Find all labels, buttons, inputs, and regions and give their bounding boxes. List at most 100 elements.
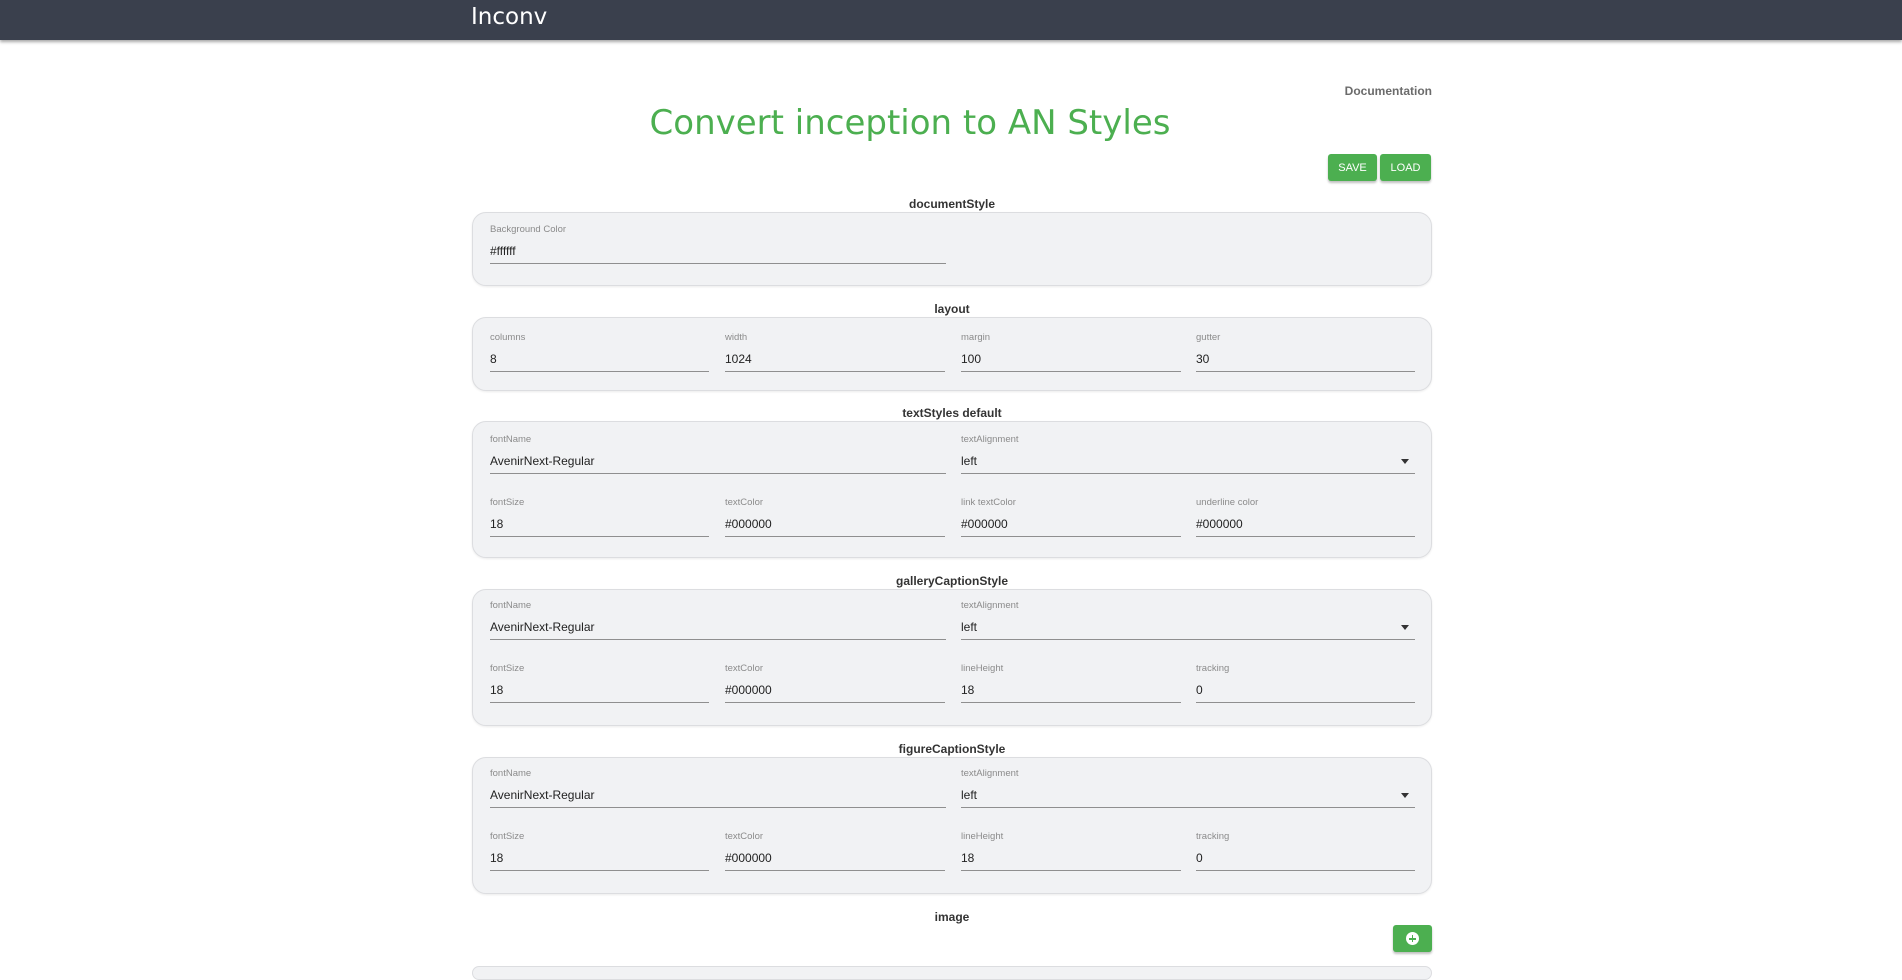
caret-down-icon[interactable]: [1401, 459, 1409, 464]
section-label-textstyles: textStyles default: [902, 406, 1002, 420]
textstyles-underline-color-field[interactable]: underline color #000000: [1196, 497, 1415, 539]
gallerycaptionstyle-card: fontName AvenirNext-Regular textAlignmen…: [472, 589, 1432, 726]
field-underline: [961, 870, 1181, 871]
textstyles-link-textcolor-field[interactable]: link textColor #000000: [961, 497, 1181, 539]
gallery-tracking-field[interactable]: tracking 0: [1196, 663, 1415, 705]
textcolor-value: #000000: [725, 517, 772, 531]
field-underline: [961, 702, 1181, 703]
fontsize-label: fontSize: [490, 831, 525, 842]
field-underline: [961, 371, 1181, 372]
fontname-value: AvenirNext-Regular: [490, 620, 595, 634]
field-underline: [1196, 702, 1415, 703]
width-field[interactable]: width 1024: [725, 332, 945, 374]
field-underline: [961, 639, 1415, 640]
field-underline: [725, 870, 945, 871]
add-image-button[interactable]: [1393, 925, 1432, 952]
fontname-value: AvenirNext-Regular: [490, 454, 595, 468]
columns-field[interactable]: columns 8: [490, 332, 709, 374]
figure-lineheight-field[interactable]: lineHeight 18: [961, 831, 1181, 873]
textcolor-label: textColor: [725, 663, 764, 674]
figure-fontname-field[interactable]: fontName AvenirNext-Regular: [490, 768, 946, 810]
field-underline: [1196, 870, 1415, 871]
field-underline: [961, 807, 1415, 808]
field-underline: [961, 473, 1415, 474]
tracking-value: 0: [1196, 683, 1203, 697]
textalignment-value: left: [961, 620, 978, 634]
width-label: width: [725, 332, 748, 343]
figure-fontsize-field[interactable]: fontSize 18: [490, 831, 709, 873]
gallery-fontsize-field[interactable]: fontSize 18: [490, 663, 709, 705]
documentation-link[interactable]: Documentation: [1345, 84, 1432, 98]
section-label-gallerycaptionstyle: galleryCaptionStyle: [895, 574, 1009, 588]
field-underline: [490, 473, 946, 474]
textalignment-value: left: [961, 788, 978, 802]
section-label-layout: layout: [934, 302, 970, 316]
margin-value: 100: [961, 352, 982, 366]
gallery-textalignment-select[interactable]: textAlignment left: [961, 600, 1415, 642]
columns-value: 8: [490, 352, 497, 366]
gallery-fontname-field[interactable]: fontName AvenirNext-Regular: [490, 600, 946, 642]
textstyles-fontname-field[interactable]: fontName AvenirNext-Regular: [490, 434, 946, 476]
fontname-label: fontName: [490, 768, 532, 779]
fontname-value: AvenirNext-Regular: [490, 788, 595, 802]
textstyles-textalignment-select[interactable]: textAlignment left: [961, 434, 1415, 476]
underline-color-value: #000000: [1196, 517, 1243, 531]
textcolor-label: textColor: [725, 831, 764, 842]
field-underline: [1196, 536, 1415, 537]
section-label-documentstyle: documentStyle: [908, 197, 995, 211]
textalignment-value: left: [961, 454, 978, 468]
textalignment-label: textAlignment: [961, 434, 1019, 445]
gutter-label: gutter: [1196, 332, 1221, 343]
field-underline: [961, 536, 1181, 537]
margin-label: margin: [961, 332, 991, 343]
field-underline: [725, 536, 945, 537]
textalignment-label: textAlignment: [961, 768, 1019, 779]
tracking-label: tracking: [1196, 831, 1230, 842]
figurecaptionstyle-card: fontName AvenirNext-Regular textAlignmen…: [472, 757, 1432, 894]
caret-down-icon[interactable]: [1401, 625, 1409, 630]
background-color-value: #ffffff: [490, 244, 516, 258]
field-underline: [490, 371, 709, 372]
plus-circle-icon: [1406, 932, 1419, 945]
section-label-figurecaptionstyle: figureCaptionStyle: [898, 742, 1006, 756]
app-title[interactable]: Inconv: [471, 4, 547, 30]
gallery-lineheight-field[interactable]: lineHeight 18: [961, 663, 1181, 705]
field-underline: [490, 536, 709, 537]
link-textcolor-value: #000000: [961, 517, 1008, 531]
layout-card: columns 8 width 1024 margin 100 gutter 3…: [472, 317, 1432, 391]
field-underline: [490, 263, 946, 264]
field-underline: [490, 807, 946, 808]
background-color-field[interactable]: Background Color #ffffff: [490, 224, 946, 266]
margin-field[interactable]: margin 100: [961, 332, 1181, 374]
caret-down-icon[interactable]: [1401, 793, 1409, 798]
figure-textcolor-field[interactable]: textColor #000000: [725, 831, 945, 873]
fontsize-label: fontSize: [490, 663, 525, 674]
fontname-label: fontName: [490, 600, 532, 611]
field-underline: [490, 702, 709, 703]
fontsize-value: 18: [490, 683, 504, 697]
textstyles-fontsize-field[interactable]: fontSize 18: [490, 497, 709, 539]
background-color-label: Background Color: [490, 224, 567, 235]
columns-label: columns: [490, 332, 526, 343]
textstyles-card: fontName AvenirNext-Regular textAlignmen…: [472, 421, 1432, 558]
tracking-label: tracking: [1196, 663, 1230, 674]
textcolor-value: #000000: [725, 851, 772, 865]
load-button[interactable]: LOAD: [1380, 154, 1431, 181]
lineheight-label: lineHeight: [961, 831, 1004, 842]
gallery-textcolor-field[interactable]: textColor #000000: [725, 663, 945, 705]
lineheight-label: lineHeight: [961, 663, 1004, 674]
section-label-image: image: [934, 910, 970, 924]
tracking-value: 0: [1196, 851, 1203, 865]
field-underline: [725, 371, 945, 372]
textcolor-value: #000000: [725, 683, 772, 697]
field-underline: [490, 870, 709, 871]
save-button[interactable]: SAVE: [1328, 154, 1377, 181]
textstyles-textcolor-field[interactable]: textColor #000000: [725, 497, 945, 539]
figure-textalignment-select[interactable]: textAlignment left: [961, 768, 1415, 810]
figure-tracking-field[interactable]: tracking 0: [1196, 831, 1415, 873]
textalignment-label: textAlignment: [961, 600, 1019, 611]
textcolor-label: textColor: [725, 497, 764, 508]
fontsize-value: 18: [490, 517, 504, 531]
documentstyle-card: Background Color #ffffff: [472, 212, 1432, 286]
gutter-field[interactable]: gutter 30: [1196, 332, 1415, 374]
